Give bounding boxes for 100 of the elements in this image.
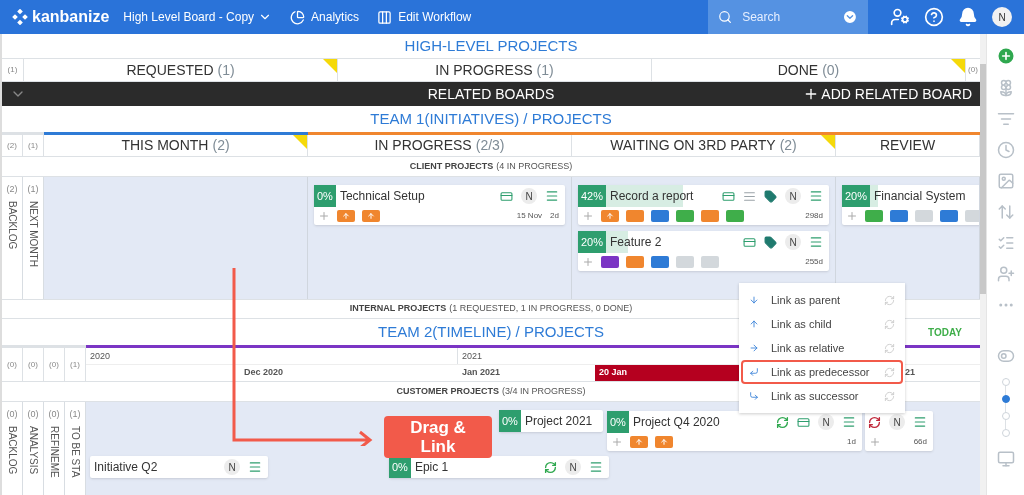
menu-icon[interactable]	[809, 235, 823, 249]
zoom-slider[interactable]	[1001, 378, 1010, 437]
card-title[interactable]: Record a report	[610, 187, 694, 205]
tag-icon[interactable]	[764, 235, 777, 249]
add-icon[interactable]	[611, 436, 623, 448]
tag-chip[interactable]	[626, 210, 644, 222]
cycle-icon[interactable]	[776, 415, 789, 429]
menu-item[interactable]: Link as parent	[741, 288, 903, 312]
add-icon[interactable]	[318, 210, 330, 222]
card-title[interactable]: Feature 2	[610, 233, 662, 251]
card-title[interactable]: Technical Setup	[339, 187, 425, 205]
menu-item[interactable]: Link as predecessor	[741, 360, 903, 384]
menu-item[interactable]: Link as child	[741, 312, 903, 336]
task-card[interactable]: Initiative Q2 N	[90, 456, 268, 478]
screen-icon[interactable]	[996, 450, 1015, 468]
tag-chip[interactable]	[601, 210, 619, 222]
tag-chip[interactable]	[337, 210, 355, 222]
task-card[interactable]: 42% Record a report N 298d	[578, 185, 829, 225]
tag-chip[interactable]	[865, 210, 883, 222]
tag-chip[interactable]	[701, 210, 719, 222]
help-icon[interactable]	[924, 7, 944, 27]
avatar[interactable]: N	[818, 414, 834, 430]
tag-icon[interactable]	[764, 189, 777, 203]
column-header[interactable]: REQUESTED (1)	[24, 59, 338, 81]
nav-link[interactable]: Analytics	[290, 8, 360, 26]
add-icon[interactable]	[846, 210, 858, 222]
tag-chip[interactable]	[362, 210, 380, 222]
task-card[interactable]: 20% Financial System	[842, 185, 979, 225]
card-title[interactable]: Project Q4 2020	[632, 413, 720, 431]
card-title[interactable]: Epic 1	[414, 458, 449, 476]
toggle-icon[interactable]	[996, 347, 1015, 365]
avatar[interactable]: N	[889, 414, 905, 430]
tag-chip[interactable]	[726, 210, 744, 222]
sort-icon[interactable]	[996, 203, 1015, 221]
image-icon[interactable]	[996, 172, 1015, 190]
board-selector[interactable]: High Level Board - Copy	[123, 8, 273, 26]
dropdown-icon[interactable]	[842, 8, 858, 26]
avatar[interactable]: N	[785, 234, 801, 250]
lines-icon[interactable]	[743, 189, 756, 203]
avatar[interactable]: N	[565, 459, 581, 475]
add-user-icon[interactable]	[996, 265, 1015, 283]
card-title[interactable]: Project 2021	[524, 412, 593, 430]
avatar[interactable]: N	[224, 459, 240, 475]
tag-chip[interactable]	[651, 210, 669, 222]
menu-icon[interactable]	[248, 460, 262, 474]
tag-chip[interactable]	[915, 210, 933, 222]
card-icon[interactable]	[722, 189, 735, 203]
clock-icon[interactable]	[996, 141, 1015, 159]
filter-icon[interactable]	[996, 110, 1015, 128]
menu-icon[interactable]	[913, 415, 927, 429]
task-card[interactable]: 20% Feature 2 N 255d	[578, 231, 829, 271]
task-card[interactable]: 0% Epic 1 N	[389, 456, 609, 478]
column-header[interactable]: WAITING ON 3RD PARTY (2)	[572, 135, 836, 156]
tag-chip[interactable]	[626, 256, 644, 268]
logo-text[interactable]: kanbanize	[32, 5, 110, 29]
list-icon[interactable]	[996, 234, 1015, 252]
column-header[interactable]: IN PROGRESS (1)	[338, 59, 652, 81]
tag-chip[interactable]	[965, 210, 979, 222]
card-title[interactable]: Initiative Q2	[94, 458, 158, 476]
user-avatar[interactable]: N	[992, 7, 1012, 27]
menu-icon[interactable]	[809, 189, 823, 203]
tag-chip[interactable]	[676, 210, 694, 222]
add-related-board-button[interactable]: ADD RELATED BOARD	[803, 83, 972, 105]
user-settings-icon[interactable]	[890, 7, 910, 27]
column-header[interactable]: DONE (0)	[652, 59, 966, 81]
avatar[interactable]: N	[521, 188, 537, 204]
zoom-step[interactable]	[1001, 395, 1010, 403]
tag-chip[interactable]	[601, 256, 619, 268]
add-icon[interactable]	[869, 436, 881, 448]
menu-item[interactable]: Link as successor	[741, 384, 903, 408]
add-icon[interactable]	[582, 256, 594, 268]
tag-chip[interactable]	[676, 256, 694, 268]
tag-chip[interactable]	[655, 436, 673, 448]
task-card[interactable]: 0% Project Q4 2020 N 1d	[607, 411, 862, 451]
task-card[interactable]: 0% Project 2021	[499, 410, 603, 432]
task-card[interactable]: 0% Technical Setup N 15 Nov 2d	[314, 185, 565, 225]
menu-icon[interactable]	[545, 189, 559, 203]
tag-chip[interactable]	[651, 256, 669, 268]
cycle-icon[interactable]	[544, 460, 557, 474]
search-input[interactable]: Search	[742, 8, 833, 26]
card-icon[interactable]	[743, 235, 756, 249]
nav-link[interactable]: Edit Workflow	[377, 8, 472, 26]
tag-chip[interactable]	[701, 256, 719, 268]
card-icon[interactable]	[500, 189, 513, 203]
search-field[interactable]: Search	[708, 0, 868, 34]
add-icon[interactable]	[995, 46, 1016, 66]
column-header[interactable]: IN PROGRESS (2/3)	[308, 135, 572, 156]
menu-icon[interactable]	[589, 460, 603, 474]
avatar[interactable]: N	[785, 188, 801, 204]
cycle-icon[interactable]	[868, 415, 881, 429]
tag-chip[interactable]	[890, 210, 908, 222]
add-icon[interactable]	[582, 210, 594, 222]
menu-icon[interactable]	[842, 415, 856, 429]
task-card[interactable]: N 66d	[865, 411, 933, 451]
card-icon[interactable]	[797, 415, 810, 429]
bell-icon[interactable]	[958, 7, 978, 27]
column-header[interactable]: THIS MONTH (2)	[44, 135, 308, 156]
tag-chip[interactable]	[630, 436, 648, 448]
card-title[interactable]: Financial System	[874, 187, 966, 205]
tag-chip[interactable]	[940, 210, 958, 222]
